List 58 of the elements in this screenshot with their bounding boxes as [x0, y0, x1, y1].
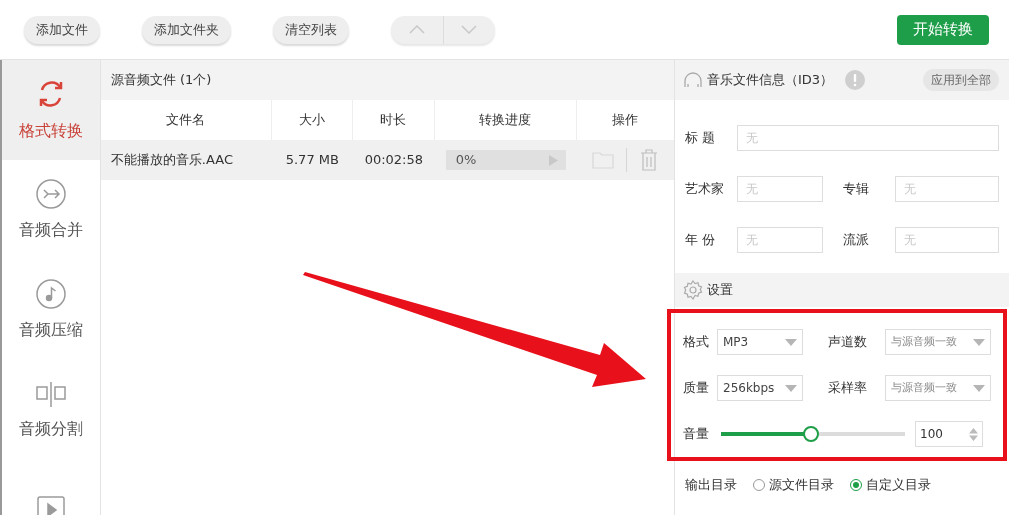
- sidebar-item[interactable]: 格式转换: [2, 60, 100, 160]
- field-label: 艺术家: [685, 180, 725, 199]
- chevron-up-icon: [408, 25, 425, 34]
- warning-icon[interactable]: [845, 70, 866, 90]
- field-label: 专辑: [843, 180, 870, 199]
- dropdown[interactable]: MP3: [717, 329, 803, 355]
- select-label: 声道数: [828, 333, 867, 352]
- column-header: 操作: [611, 111, 640, 130]
- sidebar-label: 音频分割: [18, 418, 83, 440]
- dropdown[interactable]: 与源音频一致: [885, 375, 991, 401]
- caret-icon: [973, 384, 985, 392]
- music-note-icon: [34, 278, 67, 310]
- duration-cell-text: 00:02:58: [363, 151, 424, 170]
- settings-icon: [683, 280, 703, 300]
- toolbar-button[interactable]: 添加文件: [24, 15, 100, 44]
- trash-icon[interactable]: [638, 149, 659, 171]
- apply-all-button[interactable]: 应用到全部: [923, 69, 999, 91]
- field-label: 年 份: [685, 231, 717, 250]
- output-label: 输出目录: [685, 476, 737, 494]
- spinner-arrows-icon: [969, 427, 978, 441]
- caret-icon: [973, 338, 985, 346]
- play-icon[interactable]: [548, 154, 558, 166]
- sidebar-label: 音频压缩: [18, 319, 83, 341]
- dropdown[interactable]: 256kbps: [717, 375, 803, 401]
- dropdown-value: 与源音频一致: [891, 379, 957, 396]
- caret-icon: [785, 338, 797, 346]
- field-label: 标 题: [685, 129, 717, 148]
- slider-thumb[interactable]: [803, 426, 820, 442]
- select-label: 采样率: [828, 379, 867, 398]
- id3-title: 音乐文件信息（ID3）: [707, 71, 834, 90]
- volume-spinbox[interactable]: 100: [915, 421, 983, 447]
- toolbar-button[interactable]: 清空列表: [273, 15, 349, 44]
- volume-label: 音量: [683, 425, 709, 444]
- radio-label: 自定义目录: [866, 476, 931, 494]
- chevron-down-icon: [461, 25, 478, 34]
- dropdown-value: MP3: [723, 334, 749, 351]
- merge-icon: [34, 178, 67, 210]
- file-list-title: 源音频文件 (1个): [110, 71, 212, 90]
- sidebar-label: 音频合并: [18, 219, 83, 241]
- progress-text: 0%: [454, 151, 478, 170]
- headphones-icon: [683, 71, 703, 89]
- caret-icon: [785, 384, 797, 392]
- file-name-cell-text: 不能播放的音乐.AAC: [109, 151, 234, 170]
- toolbar-button[interactable]: 添加文件夹: [142, 15, 231, 44]
- dropdown[interactable]: 与源音频一致: [885, 329, 991, 355]
- file-row[interactable]: 不能播放的音乐.AAC 5.77 MB 00:02:58 0%: [100, 140, 674, 180]
- sidebar-label: 格式转换: [18, 120, 83, 142]
- size-cell-text: 5.77 MB: [284, 151, 340, 170]
- dropdown-value: 与源音频一致: [891, 333, 957, 350]
- select-label: 格式: [683, 333, 709, 352]
- settings-title: 设置: [707, 281, 733, 300]
- volume-value: 100: [920, 426, 943, 443]
- folder-icon[interactable]: [591, 151, 614, 169]
- radio-label: 源文件目录: [769, 476, 834, 494]
- split-icon: [33, 379, 68, 409]
- dropdown-value: 256kbps: [723, 380, 775, 397]
- select-label: 质量: [683, 379, 709, 398]
- field-label: 流派: [843, 231, 870, 250]
